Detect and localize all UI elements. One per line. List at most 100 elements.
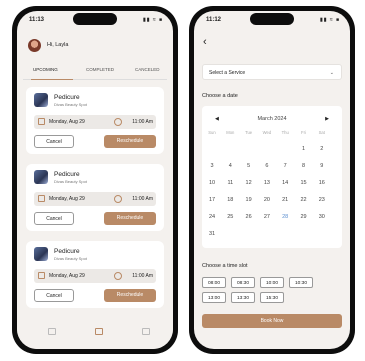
calendar-month: March 2024: [257, 116, 287, 122]
calendar-day[interactable]: 5: [242, 163, 256, 169]
appointment-time: 11:00 Am: [132, 119, 153, 125]
cancel-button[interactable]: Cancel: [34, 212, 74, 225]
calendar-day[interactable]: 16: [315, 180, 329, 186]
calendar-day[interactable]: 13: [260, 180, 274, 186]
weekday-label: Thu: [281, 130, 289, 135]
appointment-card: Pedicure Divas Beauty Spot Monday, Aug 2…: [26, 87, 164, 154]
appointments-screen: 11:13 ▮▮ ≈ ■ Hi, Layla UPCOMING COMPLETE…: [17, 11, 173, 349]
calendar-day[interactable]: 28: [278, 214, 292, 220]
next-month-icon[interactable]: ▶: [325, 116, 329, 122]
datetime-row: Monday, Aug 29 11:00 Am: [34, 192, 156, 206]
weekday-label: Sun: [208, 130, 216, 135]
time-slot[interactable]: 15:30: [260, 292, 284, 303]
bottom-nav: [17, 319, 173, 349]
service-name: Pedicure: [54, 171, 80, 178]
appointment-card: Pedicure Divas Beauty Spot Monday, Aug 2…: [26, 164, 164, 231]
weekday-label: Fri: [301, 130, 306, 135]
calendar-day[interactable]: 21: [278, 197, 292, 203]
calendar-day[interactable]: 12: [242, 180, 256, 186]
service-thumbnail: [34, 93, 48, 107]
weekday-label: Sat: [318, 130, 325, 135]
clock-icon: [114, 271, 122, 280]
calendar-day[interactable]: 1: [297, 146, 311, 152]
appointment-date: Monday, Aug 29: [49, 119, 85, 125]
phone-booking: 11:12 ▮▮ ≈ ■ ‹ Select a Service ⌄ Choose…: [189, 6, 355, 354]
calendar-day[interactable]: 9: [315, 163, 329, 169]
calendar-day[interactable]: 22: [297, 197, 311, 203]
appointment-date: Monday, Aug 29: [49, 273, 85, 279]
calendar-day[interactable]: 26: [242, 214, 256, 220]
clock-icon: [114, 117, 122, 126]
status-time: 11:12: [206, 17, 222, 23]
calendar-day[interactable]: 4: [223, 163, 237, 169]
greeting-text: Hi, Layla: [47, 42, 69, 48]
calendar-day[interactable]: 30: [315, 214, 329, 220]
datetime-row: Monday, Aug 29 11:00 Am: [34, 115, 156, 129]
clock-icon: [114, 194, 122, 203]
time-slot[interactable]: 08:00: [202, 277, 226, 288]
calendar-day[interactable]: 17: [205, 197, 219, 203]
calendar-day[interactable]: 3: [205, 163, 219, 169]
calendar-day[interactable]: 24: [205, 214, 219, 220]
calendar-day[interactable]: 2: [315, 146, 329, 152]
weekday-label: Mon: [226, 130, 235, 135]
cancel-button[interactable]: Cancel: [34, 289, 74, 302]
calendar-day[interactable]: 14: [278, 180, 292, 186]
time-slot[interactable]: 08:30: [231, 277, 255, 288]
service-select-label: Select a Service: [209, 70, 246, 76]
weekday-label: Wed: [262, 130, 272, 135]
calendar-day[interactable]: 6: [260, 163, 274, 169]
calendar-day[interactable]: 11: [223, 180, 237, 186]
calendar-day[interactable]: 25: [223, 214, 237, 220]
time-slot[interactable]: 10:00: [260, 277, 284, 288]
status-bar: 11:12 ▮▮ ≈ ■: [204, 15, 340, 27]
cancel-button[interactable]: Cancel: [34, 135, 74, 148]
calendar-header: ◀ March 2024 ▶: [202, 114, 342, 124]
time-slot[interactable]: 13:30: [231, 292, 255, 303]
calendar-day[interactable]: 20: [260, 197, 274, 203]
status-icons: ▮▮ ≈ ■: [319, 17, 340, 23]
back-chevron-icon[interactable]: ‹: [203, 37, 207, 48]
book-now-button[interactable]: Book Now: [202, 314, 342, 328]
appointment-time: 11:00 Am: [132, 273, 153, 279]
appointment-date: Monday, Aug 29: [49, 196, 85, 202]
service-select[interactable]: Select a Service ⌄: [202, 64, 342, 80]
time-slot[interactable]: 10:30: [289, 277, 313, 288]
calendar-day[interactable]: 19: [242, 197, 256, 203]
tab-canceled[interactable]: CANCELED: [135, 67, 160, 72]
service-name: Pedicure: [54, 248, 80, 255]
shop-name: Divas Beauty Spot: [54, 102, 87, 107]
calendar-day[interactable]: 15: [297, 180, 311, 186]
calendar-day[interactable]: 29: [297, 214, 311, 220]
tab-completed[interactable]: COMPLETED: [86, 67, 114, 72]
calendar-icon: [38, 272, 45, 279]
tab-upcoming[interactable]: UPCOMING: [33, 67, 58, 72]
calendar-day[interactable]: 10: [205, 180, 219, 186]
calendar-icon[interactable]: [95, 328, 103, 335]
calendar-day[interactable]: 31: [205, 231, 219, 237]
appointment-tabs: UPCOMING COMPLETED CANCELED: [23, 65, 167, 80]
wallet-icon[interactable]: [142, 328, 150, 335]
calendar-day[interactable]: 23: [315, 197, 329, 203]
calendar-day[interactable]: 27: [260, 214, 274, 220]
avatar[interactable]: [28, 39, 41, 52]
shop-name: Divas Beauty Spot: [54, 179, 87, 184]
calendar-icon: [38, 118, 45, 125]
home-icon[interactable]: [48, 328, 56, 335]
datetime-row: Monday, Aug 29 11:00 Am: [34, 269, 156, 283]
calendar-day[interactable]: 7: [278, 163, 292, 169]
calendar-icon: [38, 195, 45, 202]
reschedule-button[interactable]: Reschedule: [104, 212, 156, 225]
appointment-card: Pedicure Divas Beauty Spot Monday, Aug 2…: [26, 241, 164, 308]
status-icons: ▮▮ ≈ ■: [142, 17, 163, 23]
weekday-label: Tue: [245, 130, 253, 135]
time-slots: 08:00 08:30 10:00 10:30 13:00 13:30 15:3…: [202, 277, 342, 307]
reschedule-button[interactable]: Reschedule: [104, 135, 156, 148]
phone-appointments: 11:13 ▮▮ ≈ ■ Hi, Layla UPCOMING COMPLETE…: [12, 6, 178, 354]
calendar-day[interactable]: 18: [223, 197, 237, 203]
time-slot[interactable]: 13:00: [202, 292, 226, 303]
calendar-day[interactable]: 8: [297, 163, 311, 169]
active-tab-indicator: [31, 78, 73, 80]
booking-screen: 11:12 ▮▮ ≈ ■ ‹ Select a Service ⌄ Choose…: [194, 11, 350, 349]
reschedule-button[interactable]: Reschedule: [104, 289, 156, 302]
